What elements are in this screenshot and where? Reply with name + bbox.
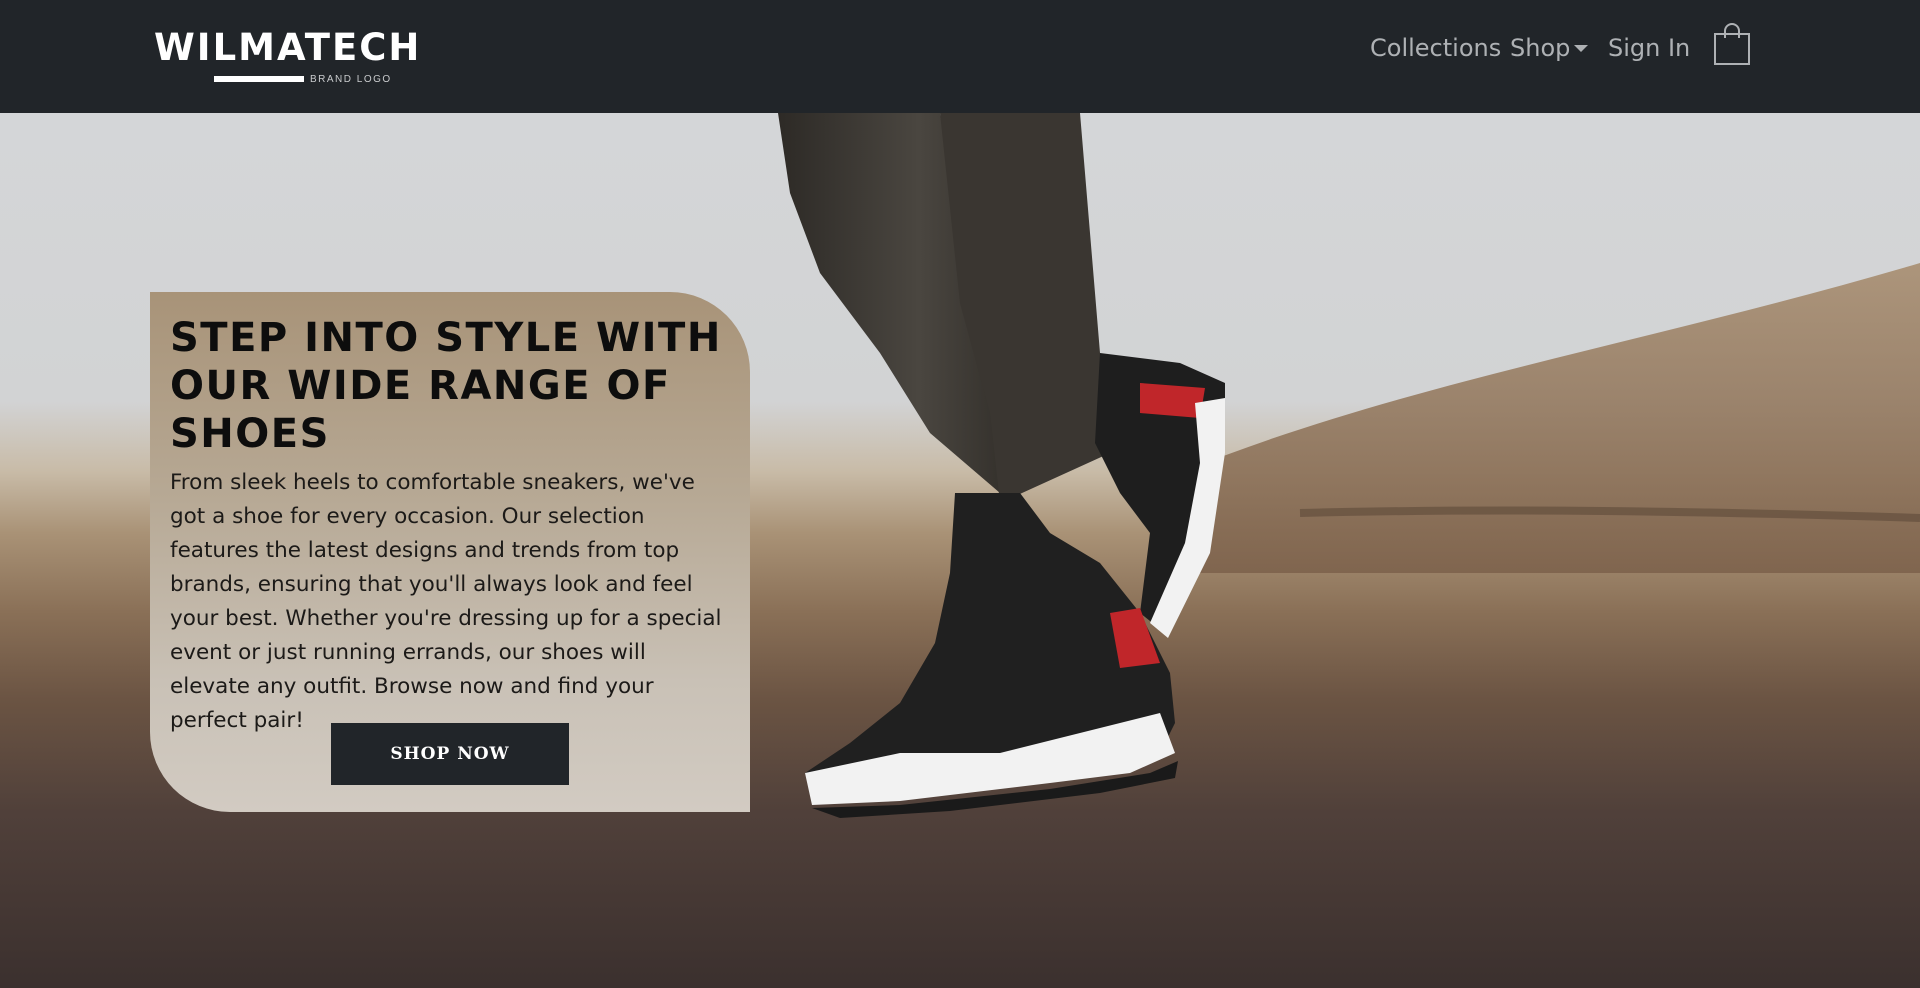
nav-sign-in[interactable]: Sign In: [1608, 30, 1690, 66]
brand-underline: [214, 76, 304, 82]
nav-collections[interactable]: Collections: [1370, 30, 1501, 66]
brand-logo[interactable]: WILMATECH BRAND LOGO: [154, 28, 424, 86]
nav-shop-dropdown[interactable]: Shop: [1510, 30, 1590, 66]
shop-now-button[interactable]: SHOP NOW: [331, 723, 569, 785]
hero-section: STEP INTO STYLE WITH OUR WIDE RANGE OF S…: [0, 113, 1920, 988]
top-navbar: WILMATECH BRAND LOGO Collections Shop Si…: [0, 0, 1920, 113]
brand-name: WILMATECH: [154, 26, 422, 69]
hero-title: STEP INTO STYLE WITH OUR WIDE RANGE OF S…: [170, 315, 722, 457]
hero-card: STEP INTO STYLE WITH OUR WIDE RANGE OF S…: [150, 292, 750, 812]
nav-shop-label: Shop: [1510, 34, 1571, 62]
shopping-bag-icon[interactable]: [1713, 22, 1751, 66]
caret-down-icon: [1574, 45, 1588, 52]
brand-tagline: BRAND LOGO: [310, 74, 392, 85]
hero-description: From sleek heels to comfortable sneakers…: [170, 470, 722, 733]
